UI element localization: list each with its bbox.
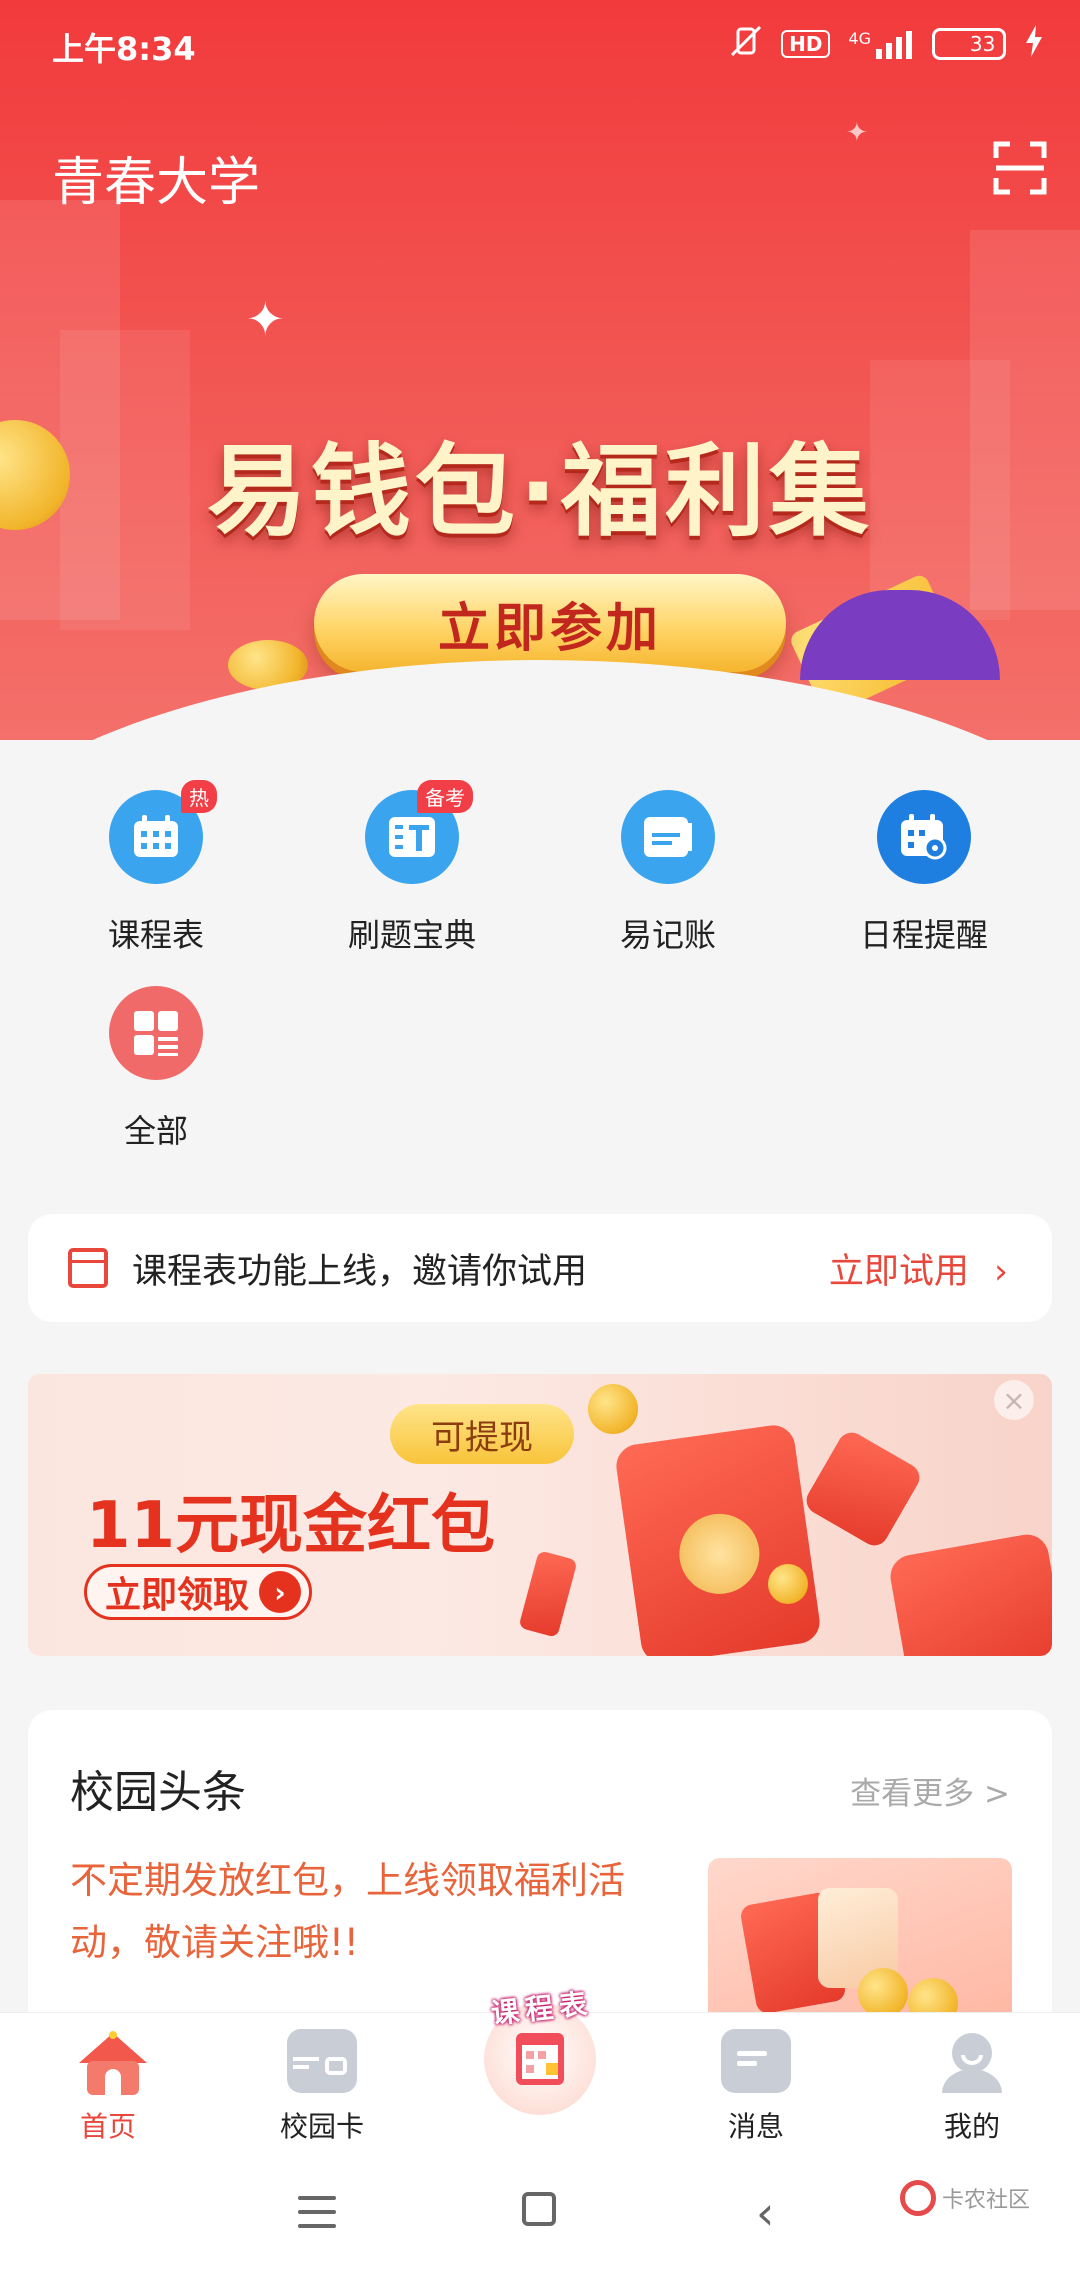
home-square-icon[interactable] — [522, 2192, 556, 2226]
quick-action-ledger[interactable]: 易记账 — [568, 790, 768, 956]
sparkle-icon: ✦ — [846, 118, 868, 148]
tab-label: 首页 — [79, 2110, 136, 2143]
join-now-button[interactable]: 立即参加 — [314, 574, 786, 672]
school-title: 青春大学 — [52, 153, 261, 213]
scan-icon[interactable] — [992, 140, 1048, 196]
hd-badge: HD — [781, 30, 831, 58]
message-icon — [721, 2029, 791, 2093]
quick-action-quiz[interactable]: 备考 刷题宝典 — [312, 780, 512, 956]
charging-icon — [1024, 25, 1044, 63]
quick-action-timetable[interactable]: 热 课程表 — [56, 780, 256, 956]
quick-action-label: 易记账 — [619, 916, 716, 954]
tab-label: 消息 — [727, 2110, 784, 2143]
timetable-notice[interactable]: 课程表功能上线，邀请你试用 立即试用 › — [28, 1214, 1052, 1322]
menu-icon[interactable] — [298, 2196, 336, 2228]
withdrawable-tag: 可提现 — [390, 1404, 574, 1464]
back-icon[interactable]: ‹ — [756, 2190, 774, 2236]
coin-decor — [768, 1564, 808, 1604]
news-thumbnail[interactable] — [708, 1858, 1012, 2030]
coin-decor — [588, 1384, 638, 1434]
all-apps-icon — [109, 986, 203, 1080]
quick-action-schedule[interactable]: 日程提醒 — [824, 790, 1024, 956]
network-label: 4G — [848, 29, 871, 48]
tab-home[interactable]: 首页 — [18, 2029, 198, 2145]
tab-messages[interactable]: 消息 — [666, 2029, 846, 2145]
status-time: 上午8:34 — [52, 30, 196, 68]
watermark: 卡农社区 — [900, 2180, 1030, 2216]
status-icons: HD 4G 33 — [729, 24, 1044, 64]
system-nav-bar: ‹ 卡农社区 — [0, 2150, 1080, 2280]
watermark-logo-icon — [900, 2180, 936, 2216]
mute-vibrate-icon — [729, 24, 763, 64]
campus-news-card: 校园头条 查看更多 > 不定期发放红包，上线领取福利活动，敬请关注哦!! — [28, 1710, 1052, 2030]
calendar-icon — [68, 1248, 108, 1288]
try-now-link[interactable]: 立即试用 › — [829, 1243, 1008, 1294]
bottom-tab-bar: 首页 校园卡 课程表 消息 我的 — [0, 1987, 1080, 2150]
red-envelope-decor — [518, 1550, 578, 1638]
campus-card-icon — [287, 2029, 357, 2093]
arrow-right-icon: › — [259, 1571, 302, 1613]
banner-title: 易钱包·福利集 — [207, 433, 873, 550]
watermark-text: 卡农社区 — [942, 2188, 1031, 2213]
battery-level: 33 — [969, 32, 996, 56]
tab-campus-card[interactable]: 校园卡 — [232, 2029, 412, 2145]
profile-icon — [937, 2029, 1007, 2093]
chevron-right-icon: › — [994, 1251, 1008, 1292]
quiz-book-icon: 备考 — [365, 780, 473, 884]
calendar-grid-icon: 热 — [109, 780, 217, 884]
try-now-label: 立即试用 — [828, 1251, 969, 1292]
close-icon[interactable]: × — [994, 1380, 1034, 1420]
quick-action-label: 刷题宝典 — [347, 916, 476, 954]
quick-action-label: 全部 — [123, 1112, 188, 1150]
news-item-text[interactable]: 不定期发放红包，上线领取福利活动，敬请关注哦!! — [70, 1850, 670, 1974]
section-title: 校园头条 — [70, 1767, 246, 1818]
tab-profile[interactable]: 我的 — [882, 2029, 1062, 2145]
view-more-link[interactable]: 查看更多 > — [850, 1768, 1010, 1813]
red-packet-ad[interactable]: 可提现 11元现金红包 立即领取 › × — [28, 1374, 1052, 1656]
quick-action-all[interactable]: 全部 — [56, 986, 256, 1152]
sparkle-icon: ✦ — [246, 292, 285, 346]
schedule-reminder-icon — [877, 790, 971, 884]
signal-icon: 4G — [848, 29, 914, 59]
red-envelope-decor — [801, 1427, 925, 1551]
claim-now-button[interactable]: 立即领取 › — [84, 1564, 313, 1620]
claim-now-label: 立即领取 — [105, 1575, 250, 1616]
hero-banner[interactable]: ✦ ✦ 上午8:34 HD 4G 33 青春大学 易钱包·福利集 立即参加 — [0, 0, 1080, 740]
quick-action-label: 课程表 — [107, 916, 204, 954]
notice-text: 课程表功能上线，邀请你试用 — [132, 1251, 588, 1292]
red-envelope-decor — [887, 1531, 1052, 1656]
hot-badge: 热 — [181, 780, 217, 813]
status-bar: 上午8:34 HD 4G 33 — [0, 0, 1080, 90]
home-icon — [73, 2029, 147, 2095]
battery-icon: 33 — [932, 28, 1006, 60]
cash-red-packet-headline: 11元现金红包 — [86, 1489, 496, 1563]
red-envelope-decor — [613, 1422, 823, 1656]
quick-action-label: 日程提醒 — [859, 916, 988, 954]
exam-prep-badge: 备考 — [417, 780, 473, 813]
tab-label: 我的 — [943, 2110, 1000, 2143]
ledger-icon — [621, 790, 715, 884]
tab-timetable-center[interactable]: 课程表 — [480, 1987, 600, 2117]
tab-label: 校园卡 — [279, 2110, 364, 2143]
